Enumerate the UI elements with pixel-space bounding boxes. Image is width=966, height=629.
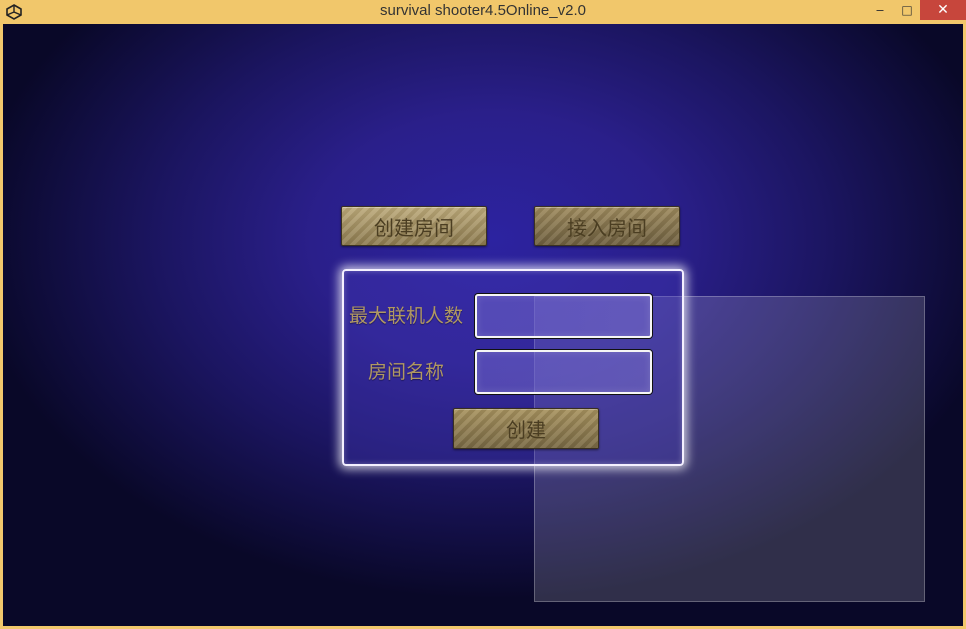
join-room-tab-button[interactable]: 接入房间 [534, 206, 680, 246]
maximize-button[interactable]: □ [894, 0, 920, 20]
create-button[interactable]: 创建 [453, 408, 599, 449]
room-name-label: 房间名称 [368, 361, 445, 383]
close-button[interactable]: ✕ [920, 0, 966, 20]
minimize-button[interactable]: ‒ [867, 0, 893, 20]
window-title: survival shooter4.5Online_v2.0 [380, 2, 586, 19]
create-room-tab-button[interactable]: 创建房间 [341, 206, 487, 246]
room-name-input[interactable] [475, 350, 652, 394]
max-players-label: 最大联机人数 [349, 305, 464, 327]
max-players-input[interactable] [475, 294, 652, 338]
window-titlebar[interactable]: survival shooter4.5Online_v2.0 ‒ □ ✕ [0, 0, 966, 24]
game-viewport: 创建房间 接入房间 最大联机人数 房间名称 创建 [3, 24, 963, 626]
